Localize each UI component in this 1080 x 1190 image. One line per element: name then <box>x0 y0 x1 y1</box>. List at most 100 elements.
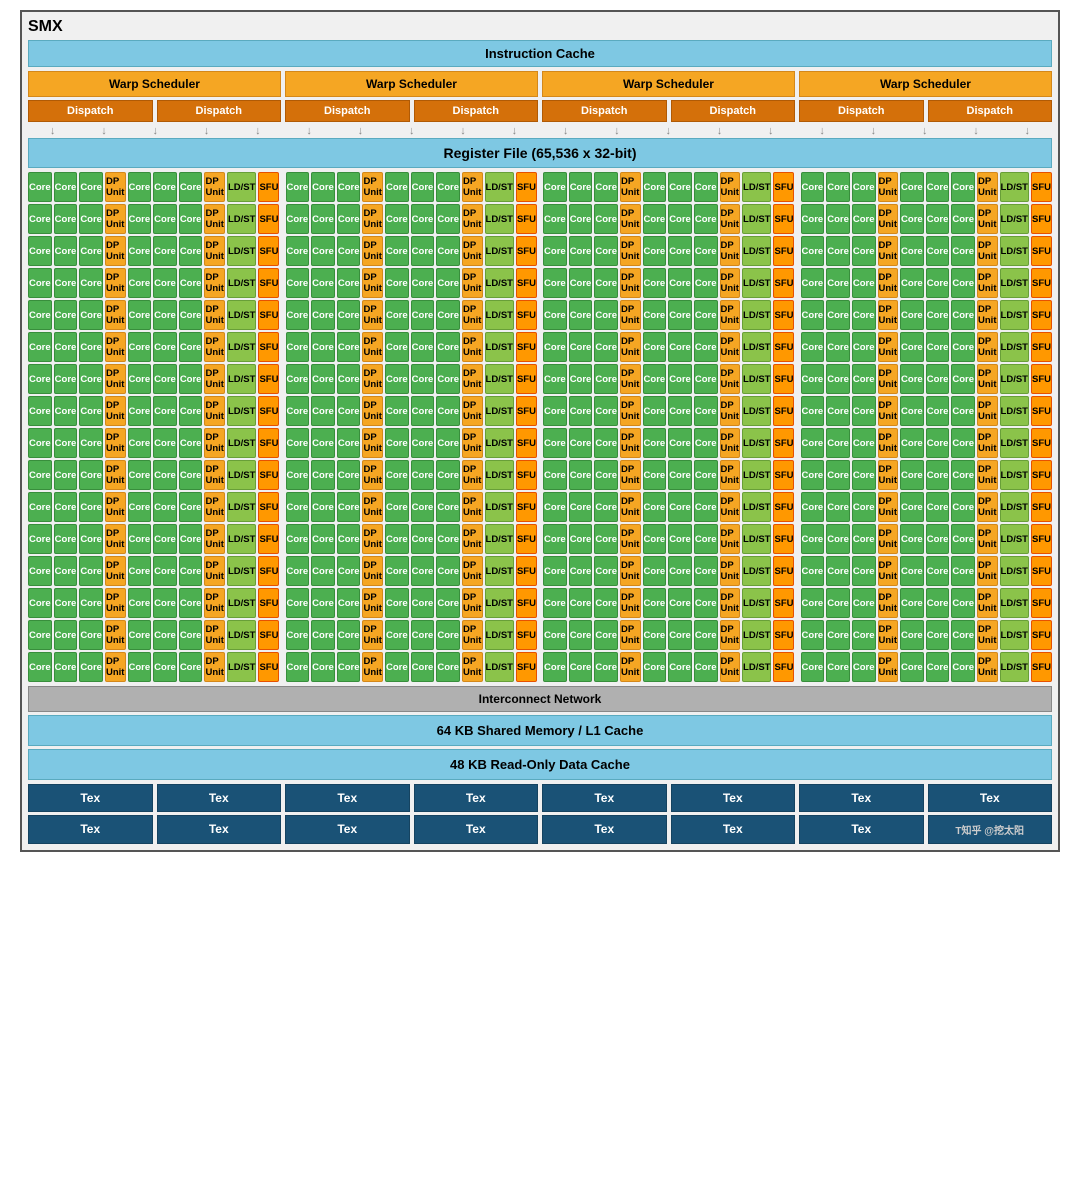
core-cell: Core <box>668 588 692 618</box>
core-cell: Core <box>826 620 850 650</box>
dp-unit-cell: DP Unit <box>720 460 741 490</box>
dp-unit-cell: DP Unit <box>720 588 741 618</box>
ldst-cell: LD/ST <box>742 620 771 650</box>
tex-rows: Tex Tex Tex Tex Tex Tex Tex Tex Tex Tex … <box>28 784 1052 844</box>
dp-unit-cell: DP Unit <box>462 172 483 202</box>
core-cell: Core <box>79 172 103 202</box>
core-cell: Core <box>900 492 924 522</box>
dp-unit-cell: DP Unit <box>105 620 126 650</box>
core-cell: Core <box>128 588 152 618</box>
core-cell: Core <box>153 364 177 394</box>
dp-unit-cell: DP Unit <box>620 300 641 330</box>
core-cell: Core <box>694 300 718 330</box>
dp-unit-cell: DP Unit <box>878 204 899 234</box>
dp-unit-cell: DP Unit <box>462 556 483 586</box>
tex-r2-4: Tex <box>414 815 539 844</box>
core-cell: Core <box>286 460 310 490</box>
core-cell: Core <box>128 556 152 586</box>
core-cell: Core <box>128 268 152 298</box>
dp-unit-cell: DP Unit <box>105 524 126 554</box>
core-cell: Core <box>411 364 435 394</box>
dp-unit-cell: DP Unit <box>720 428 741 458</box>
dp-unit-cell: DP Unit <box>977 172 998 202</box>
dp-unit-cell: DP Unit <box>105 460 126 490</box>
dp-unit-cell: DP Unit <box>462 524 483 554</box>
core-cell: Core <box>385 364 409 394</box>
ldst-cell: LD/ST <box>227 588 256 618</box>
dp-unit-cell: DP Unit <box>362 524 383 554</box>
sfu-cell: SFU <box>1031 268 1052 298</box>
core-cell: Core <box>826 588 850 618</box>
core-cell: Core <box>900 172 924 202</box>
dp-unit-cell: DP Unit <box>105 268 126 298</box>
dp-unit-cell: DP Unit <box>977 652 998 682</box>
core-cell: Core <box>436 396 460 426</box>
warp-scheduler-1: Warp Scheduler <box>28 71 281 97</box>
sfu-cell: SFU <box>1031 236 1052 266</box>
dp-unit-cell: DP Unit <box>977 620 998 650</box>
core-cell: Core <box>926 236 950 266</box>
tex-r2-5: Tex <box>542 815 667 844</box>
tex-2: Tex <box>157 784 282 812</box>
ldst-cell: LD/ST <box>227 332 256 362</box>
sfu-cell: SFU <box>258 652 279 682</box>
core-cell: Core <box>826 172 850 202</box>
core-row-11: CoreCoreCoreDP UnitCoreCoreCoreDP UnitLD… <box>28 524 1052 554</box>
core-cell: Core <box>286 620 310 650</box>
core-cell: Core <box>801 492 825 522</box>
core-cell: Core <box>153 300 177 330</box>
core-cell: Core <box>643 652 667 682</box>
core-cell: Core <box>569 556 593 586</box>
core-cell: Core <box>852 492 876 522</box>
core-cell: Core <box>286 588 310 618</box>
core-cell: Core <box>826 332 850 362</box>
core-cell: Core <box>79 236 103 266</box>
core-cell: Core <box>54 364 78 394</box>
dp-unit-cell: DP Unit <box>204 364 225 394</box>
ldst-cell: LD/ST <box>742 172 771 202</box>
core-cell: Core <box>337 428 361 458</box>
ldst-cell: LD/ST <box>742 236 771 266</box>
dp-unit-cell: DP Unit <box>620 332 641 362</box>
core-row-15: CoreCoreCoreDP UnitCoreCoreCoreDP UnitLD… <box>28 652 1052 682</box>
core-cell: Core <box>311 588 335 618</box>
dp-unit-cell: DP Unit <box>105 492 126 522</box>
core-cell: Core <box>826 204 850 234</box>
core-cell: Core <box>385 236 409 266</box>
core-cell: Core <box>951 524 975 554</box>
dp-unit-cell: DP Unit <box>977 268 998 298</box>
dp-unit-cell: DP Unit <box>462 396 483 426</box>
core-cell: Core <box>951 620 975 650</box>
tex-3: Tex <box>285 784 410 812</box>
smx-title: SMX <box>28 18 1052 36</box>
ldst-cell: LD/ST <box>227 236 256 266</box>
core-cell: Core <box>900 364 924 394</box>
core-cell: Core <box>594 172 618 202</box>
core-cell: Core <box>411 524 435 554</box>
core-cell: Core <box>826 236 850 266</box>
core-cell: Core <box>54 588 78 618</box>
dp-unit-cell: DP Unit <box>720 556 741 586</box>
core-cell: Core <box>594 236 618 266</box>
core-cell: Core <box>951 300 975 330</box>
core-cell: Core <box>79 556 103 586</box>
core-row-2: CoreCoreCoreDP UnitCoreCoreCoreDP UnitLD… <box>28 236 1052 266</box>
ldst-cell: LD/ST <box>227 172 256 202</box>
core-cell: Core <box>153 268 177 298</box>
core-cell: Core <box>436 460 460 490</box>
tex-r2-watermark: T知乎 @挖太阳 <box>928 815 1053 844</box>
core-cell: Core <box>337 300 361 330</box>
ldst-cell: LD/ST <box>1000 588 1029 618</box>
core-cell: Core <box>569 588 593 618</box>
dp-unit-cell: DP Unit <box>105 364 126 394</box>
dp-unit-cell: DP Unit <box>977 236 998 266</box>
core-cell: Core <box>311 652 335 682</box>
core-cell: Core <box>543 332 567 362</box>
core-cell: Core <box>128 396 152 426</box>
core-cell: Core <box>337 364 361 394</box>
core-cell: Core <box>852 524 876 554</box>
ldst-cell: LD/ST <box>1000 300 1029 330</box>
core-cell: Core <box>311 460 335 490</box>
sfu-cell: SFU <box>1031 364 1052 394</box>
core-cell: Core <box>852 460 876 490</box>
